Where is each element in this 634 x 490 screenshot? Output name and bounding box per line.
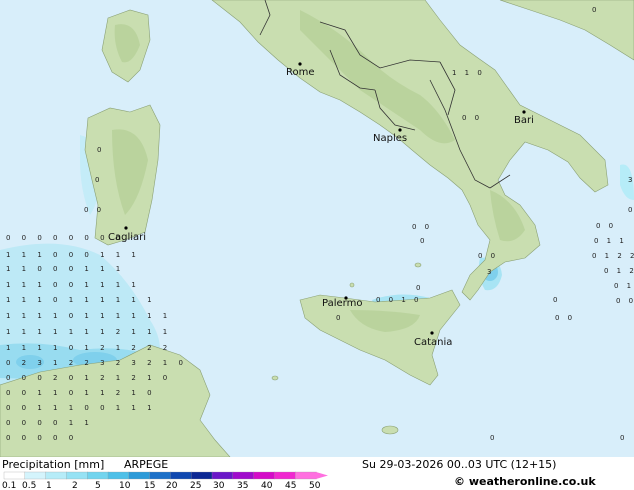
precipitation-value-row: 0 0 1 1 1 0 0 1 1 1 — [6, 404, 156, 412]
precipitation-value-row: 1 1 1 1 0 1 1 1 1 1 1 — [6, 312, 172, 320]
color-scale-swatch — [295, 471, 317, 480]
color-scale-bar — [3, 471, 328, 480]
precipitation-value-row: 0 0 1 1 0 1 1 2 1 0 — [6, 389, 156, 397]
color-scale-swatch — [107, 471, 130, 480]
color-scale-swatch — [170, 471, 192, 480]
color-scale-swatch — [274, 471, 296, 480]
color-scale-tick-label: 0.5 — [22, 481, 36, 490]
legend-footer: Precipitation [mm] ARPEGE Su 29-03-2026 … — [0, 457, 634, 490]
precipitation-value: 0 0 — [596, 222, 616, 230]
credit-text: © weatheronline.co.uk — [454, 475, 596, 488]
precipitation-value-row: 1 1 1 0 0 0 1 1 1 — [6, 251, 140, 259]
precipitation-value-row: 0 0 0 0 1 1 — [6, 419, 93, 427]
color-scale-tick-label: 45 — [285, 481, 296, 490]
precipitation-value: 0 1 2 2 — [592, 252, 634, 260]
color-scale-swatch — [87, 471, 109, 480]
precipitation-value: 0 1 1 — [594, 237, 627, 245]
precipitation-value: 3 — [487, 268, 494, 276]
precipitation-value-row: 1 1 1 1 1 1 1 2 1 1 1 — [6, 328, 172, 336]
color-scale-tick-label: 50 — [309, 481, 321, 490]
color-scale-swatch — [253, 471, 276, 480]
precipitation-value-row: 0 0 0 2 0 1 2 1 2 1 0 — [6, 374, 172, 382]
city-rome: Rome — [286, 67, 315, 78]
color-scale-swatch — [66, 471, 88, 480]
legend-title: Precipitation [mm] — [2, 458, 104, 471]
color-scale-swatch — [211, 471, 234, 480]
city-bari: Bari — [514, 115, 534, 126]
precipitation-value: 0 0 — [555, 314, 575, 322]
precipitation-value-row: 1 1 0 0 0 1 1 1 — [6, 265, 125, 273]
precipitation-value: 0 0 — [412, 223, 432, 231]
timestamp: Su 29-03-2026 00..03 UTC (12+15) — [362, 458, 556, 471]
precipitation-value: 0 — [95, 176, 102, 184]
precipitation-value-row: 1 1 1 0 0 1 1 1 1 — [6, 281, 140, 289]
precipitation-value: 0 — [336, 314, 343, 322]
color-scale-tick-label: 2 — [72, 481, 78, 490]
color-scale-swatch — [3, 471, 26, 480]
color-scale-tick-label: 25 — [190, 481, 201, 490]
precipitation-value: 0 0 — [616, 297, 634, 305]
precipitation-value: 0 — [592, 6, 599, 14]
precipitation-value-row: 1 1 1 1 0 1 2 1 2 2 2 — [6, 344, 172, 352]
color-scale-tick-label: 40 — [261, 481, 273, 490]
color-scale-tick-label: 1 — [46, 481, 52, 490]
precipitation-value: 0 0 — [462, 114, 482, 122]
precipitation-value: 0 — [490, 434, 497, 442]
color-scale-tick-label: 15 — [144, 481, 155, 490]
precipitation-value: 0 1 0 — [614, 282, 634, 290]
precipitation-value-row: 0 0 0 0 0 — [6, 434, 78, 442]
color-scale-tick-label: 30 — [213, 481, 225, 490]
precipitation-value: 0 — [97, 146, 104, 154]
legend-model: ARPEGE — [124, 458, 168, 471]
precipitation-value: 1 1 0 — [452, 69, 485, 77]
precipitation-value: 0 — [416, 284, 423, 292]
precipitation-value: 0 — [628, 206, 634, 214]
color-scale-swatch — [232, 471, 255, 480]
color-scale-swatch — [45, 471, 68, 480]
city-catania: Catania — [414, 337, 452, 348]
color-scale-tick-label: 0.1 — [2, 481, 16, 490]
precipitation-map: 0 0 0 0 0 0 0 0 1 1 1 0 0 0 1 1 1 1 1 0 0 … — [0, 0, 634, 457]
color-scale-tick-label: 20 — [166, 481, 178, 490]
precipitation-value: 0 — [553, 296, 560, 304]
precipitation-value: 3 — [628, 176, 634, 184]
city-naples: Naples — [373, 133, 407, 144]
precipitation-value: 0 0 — [84, 206, 104, 214]
color-scale-swatch — [128, 471, 151, 480]
city-cagliari: Cagliari — [108, 232, 146, 243]
precipitation-value: 0 — [420, 237, 427, 245]
city-palermo: Palermo — [322, 298, 362, 309]
color-scale-tick-label: 5 — [95, 481, 101, 490]
precipitation-value: 0 1 2 — [604, 267, 634, 275]
color-scale-swatch — [191, 471, 213, 480]
color-scale-tick-label: 35 — [237, 481, 248, 490]
precipitation-value: 0 — [620, 434, 627, 442]
color-scale-swatch — [24, 471, 47, 480]
color-scale-tick-label: 10 — [119, 481, 131, 490]
precipitation-value: 0 0 — [478, 252, 498, 260]
precipitation-value-row: 0 0 0 0 0 0 0 0 — [6, 234, 125, 242]
precipitation-value-row: 1 1 1 0 1 1 1 1 1 1 — [6, 296, 156, 304]
precipitation-value-row: 0 2 3 1 2 2 3 2 3 2 1 0 — [6, 359, 187, 367]
precipitation-value: 0 0 1 0 — [376, 296, 422, 304]
color-scale-swatch — [149, 471, 172, 480]
